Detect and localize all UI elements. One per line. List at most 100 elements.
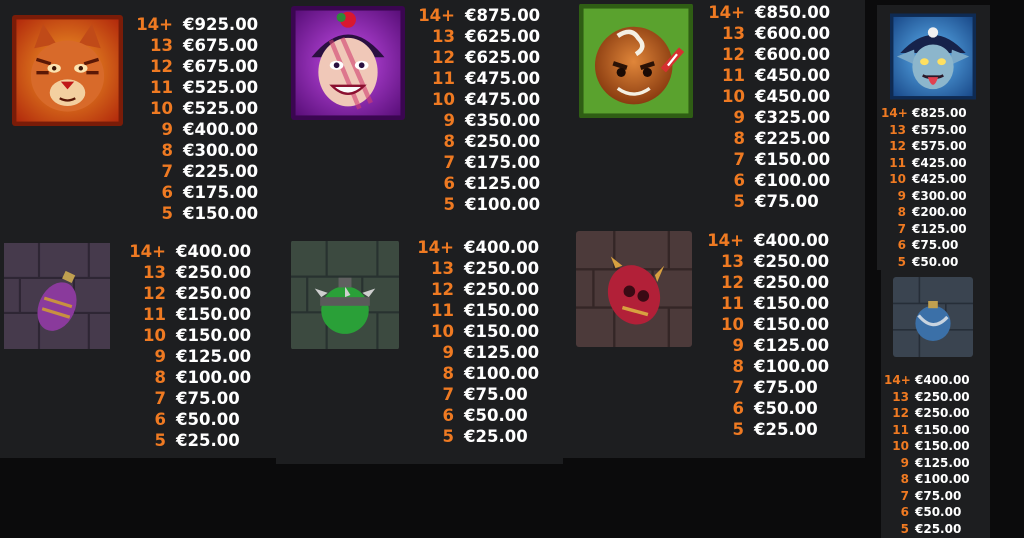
- symbol-count: 7: [733, 150, 745, 169]
- paytable-row: 9 €350.00: [415, 110, 541, 131]
- symbol-count: 14+: [129, 242, 166, 261]
- symbol-count: 14+: [708, 3, 745, 22]
- payout-amount: €325.00: [755, 108, 831, 127]
- symbol-count: 14+: [136, 15, 173, 34]
- symbol-count: 14+: [884, 373, 911, 388]
- green-spiked-ornament-icon: [291, 240, 399, 350]
- paytable-row: 5 €25.00: [414, 426, 539, 447]
- paytable-row: 10 €150.00: [884, 438, 969, 455]
- symbol-count: 7: [732, 378, 744, 397]
- payout-amount: €75.00: [912, 238, 959, 253]
- payout-amount: €50.00: [915, 505, 962, 520]
- paytable-row: 5 €25.00: [126, 430, 251, 451]
- paytable-row: 7 €225.00: [133, 161, 259, 182]
- paytable-row: 10 €150.00: [704, 314, 829, 335]
- payout-amount: €100.00: [915, 472, 970, 487]
- paytable-row: 12 €250.00: [414, 279, 539, 300]
- paytable-row: 13 €250.00: [414, 258, 539, 279]
- symbol-count: 10: [150, 99, 173, 118]
- symbol-count: 8: [897, 205, 906, 220]
- paytable-row: 11 €150.00: [414, 300, 539, 321]
- symbol-count: 6: [900, 505, 909, 520]
- payout-amount: €250.00: [464, 280, 540, 299]
- paytable-row: 7 €125.00: [881, 221, 967, 238]
- payout-amount: €150.00: [464, 301, 540, 320]
- symbol-count: 6: [733, 171, 745, 190]
- paytable-row: 13 €675.00: [133, 35, 258, 56]
- symbol-count: 13: [721, 252, 744, 271]
- payout-amount: €150.00: [754, 315, 830, 334]
- paytable-row: 14+ €850.00: [705, 2, 830, 23]
- payout-amount: €400.00: [915, 373, 970, 388]
- paytable-row: 14+ €875.00: [415, 5, 540, 26]
- payout-amount: €450.00: [755, 66, 831, 85]
- payout-amount: €250.00: [464, 259, 540, 278]
- payout-amount: €150.00: [755, 150, 831, 169]
- symbol-count: 13: [432, 27, 455, 46]
- symbol-count: 10: [143, 326, 166, 345]
- payout-amount: €600.00: [755, 24, 831, 43]
- symbol-count: 11: [431, 301, 454, 320]
- payout-amount: €125.00: [464, 343, 540, 362]
- symbol-count: 7: [161, 162, 173, 181]
- payout-amount: €400.00: [754, 231, 830, 250]
- payout-amount: €150.00: [183, 204, 259, 223]
- payout-amount: €225.00: [755, 129, 831, 148]
- paytable-row: 14+ €825.00: [881, 105, 967, 122]
- paytable-row: 8 €100.00: [414, 363, 540, 384]
- paytable-row: 9 €125.00: [884, 455, 970, 472]
- payout-amount: €125.00: [176, 347, 252, 366]
- symbol-count: 5: [443, 195, 455, 214]
- paytable-row: 12 €600.00: [705, 44, 830, 65]
- payout-amount: €475.00: [465, 90, 541, 109]
- symbol-count: 11: [143, 305, 166, 324]
- payout-amount: €150.00: [176, 326, 252, 345]
- payout-amount: €400.00: [464, 238, 540, 257]
- paytable-row: 14+ €400.00: [126, 241, 251, 262]
- symbol-count: 8: [442, 364, 454, 383]
- payout-amount: €575.00: [912, 139, 967, 154]
- paytable-row: 5 €25.00: [704, 419, 829, 440]
- paytable-row: 13 €250.00: [704, 251, 829, 272]
- payout-amount: €250.00: [754, 252, 830, 271]
- symbol-count: 8: [443, 132, 455, 151]
- paytable-row: 11 €150.00: [704, 293, 829, 314]
- symbol-count: 5: [154, 431, 166, 450]
- payout-amount: €150.00: [176, 305, 252, 324]
- symbol-count: 8: [161, 141, 173, 160]
- paytable-row: 5 €50.00: [881, 254, 967, 271]
- paytable-row: 5 €75.00: [705, 191, 830, 212]
- symbol-count: 5: [900, 521, 909, 536]
- red-skull-ornament-icon: [576, 231, 692, 347]
- payout-amount: €75.00: [915, 488, 962, 503]
- payout-amount: €100.00: [754, 357, 830, 376]
- paytable-row: 9 €300.00: [881, 188, 967, 205]
- symbol-count: 8: [732, 357, 744, 376]
- paytable-row: 12 €675.00: [133, 56, 258, 77]
- symbol-count: 9: [443, 111, 455, 130]
- paytable-row: 8 €100.00: [126, 367, 252, 388]
- payout-amount: €150.00: [464, 322, 540, 341]
- payout-amount: €175.00: [465, 153, 541, 172]
- payout-amount: €75.00: [755, 192, 819, 211]
- symbol-count: 13: [722, 24, 745, 43]
- symbol-count: 13: [889, 122, 906, 137]
- payout-amount: €875.00: [465, 6, 541, 25]
- symbol-count: 6: [897, 238, 906, 253]
- paytable-row: 12 €250.00: [884, 405, 969, 422]
- symbol-count: 8: [900, 472, 909, 487]
- symbol-count: 10: [432, 90, 455, 109]
- symbol-count: 12: [892, 406, 909, 421]
- paytable-row: 5 €150.00: [133, 203, 259, 224]
- symbol-count: 8: [154, 368, 166, 387]
- payout-amount: €425.00: [912, 172, 967, 187]
- paytable-row: 10 €525.00: [133, 98, 258, 119]
- payout-amount: €150.00: [915, 422, 970, 437]
- symbol-count: 7: [443, 153, 455, 172]
- symbol-count: 11: [892, 422, 909, 437]
- payout-amount: €525.00: [183, 78, 259, 97]
- symbol-count: 12: [143, 284, 166, 303]
- payout-amount: €300.00: [912, 188, 967, 203]
- payout-amount: €300.00: [183, 141, 259, 160]
- paytable-row: 7 €75.00: [126, 388, 251, 409]
